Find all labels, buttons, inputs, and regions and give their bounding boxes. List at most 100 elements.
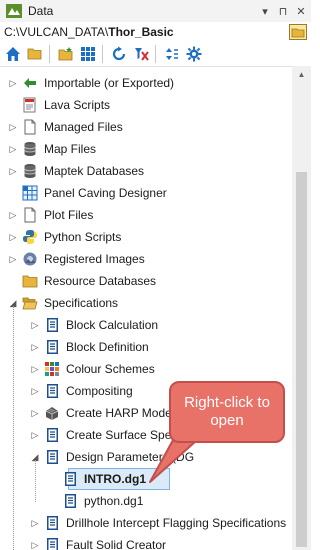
tree-item[interactable]: ▷ Block Definition [0, 336, 292, 358]
spec-doc-icon [62, 493, 78, 509]
spec-doc-icon [44, 383, 60, 399]
tree-item[interactable]: ▷ Drillhole Intercept Flagging Specificat… [0, 512, 292, 534]
home-icon[interactable] [4, 45, 22, 63]
tree-item[interactable]: ▷ Fault Solid Creator [0, 534, 292, 550]
tree-item[interactable]: ▷ Maptek Databases [0, 160, 292, 182]
tree-guide-line [35, 460, 36, 502]
tree-item[interactable]: ◢ Design Parameters (DG [0, 446, 292, 468]
page-icon [22, 119, 38, 135]
toolbar-separator [49, 45, 50, 63]
grid-table-icon [22, 185, 38, 201]
tree-item[interactable]: ▷ Python Scripts [0, 226, 292, 248]
spec-doc-icon [44, 515, 60, 531]
tree-item-label: Compositing [66, 384, 133, 398]
importable-icon [22, 75, 38, 91]
refresh-icon[interactable] [110, 45, 128, 63]
open-folder-icon [22, 295, 38, 311]
path-project: Thor_Basic [108, 25, 174, 39]
vertical-scrollbar[interactable]: ▲ [292, 66, 311, 550]
close-button[interactable]: ✕ [293, 3, 309, 19]
expand-arrow-icon[interactable]: ▷ [8, 232, 18, 242]
tree-item-label: Python Scripts [44, 230, 122, 244]
expand-arrow-icon[interactable]: ▷ [8, 78, 18, 88]
expand-arrow-icon[interactable]: ▷ [30, 518, 40, 528]
tree-item-label: Create HARP Model S [66, 406, 186, 420]
tree-item-label: Managed Files [44, 120, 123, 134]
spec-doc-icon [62, 471, 78, 487]
open-folder-icon[interactable] [26, 45, 44, 63]
grid-icon[interactable] [79, 45, 97, 63]
sort-icon[interactable] [163, 45, 181, 63]
tree-item-label: Design Parameters (DG [66, 450, 195, 464]
toolbar-separator [155, 45, 156, 63]
tree-item[interactable]: ▷ Managed Files [0, 116, 292, 138]
tree-item-label: Block Calculation [66, 318, 159, 332]
tree-item[interactable]: ▷ Map Files [0, 138, 292, 160]
current-path: C:\VULCAN_DATA\Thor_Basic [4, 25, 289, 39]
tree-item-label: Panel Caving Designer [44, 186, 167, 200]
tree-item[interactable]: ▷ Block Calculation [0, 314, 292, 336]
tree-item[interactable]: ▷ Plot Files [0, 204, 292, 226]
tree-item-label: Lava Scripts [44, 98, 111, 112]
tree-item-label: Fault Solid Creator [66, 538, 167, 550]
new-folder-icon[interactable] [57, 45, 75, 63]
data-window-icon [6, 4, 22, 18]
scrollbar-thumb[interactable] [296, 172, 307, 547]
toolbar [0, 42, 311, 67]
python-icon [22, 229, 38, 245]
tree-item[interactable]: ▷ Importable (or Exported) [0, 72, 292, 94]
database-icon [22, 163, 38, 179]
pin-button[interactable]: ⊓ [275, 3, 291, 19]
expand-arrow-icon[interactable]: ▷ [30, 408, 40, 418]
tree-item-label: Resource Databases [44, 274, 157, 288]
tree-item-label: Drillhole Intercept Flagging Specificati… [66, 516, 287, 530]
expand-arrow-icon[interactable]: ▷ [30, 364, 40, 374]
tree-item-label: Maptek Databases [44, 164, 145, 178]
tree-item-label: Plot Files [44, 208, 94, 222]
tree-item-label: Colour Schemes [66, 362, 155, 376]
tree-item[interactable]: ▷ Registered Images [0, 248, 292, 270]
tree-item[interactable]: python.dg1 [0, 490, 292, 512]
tree-item[interactable]: Resource Databases [0, 270, 292, 292]
file-tree: ▷ Importable (or Exported) Lava Scripts ▷ Ma… [0, 72, 292, 550]
path-prefix: C:\VULCAN_DATA\ [4, 25, 109, 39]
expand-arrow-icon[interactable]: ▷ [30, 540, 40, 550]
expand-arrow-icon[interactable]: ▷ [30, 430, 40, 440]
expand-arrow-icon[interactable]: ▷ [8, 144, 18, 154]
spec-doc-icon [44, 537, 60, 550]
expand-arrow-icon[interactable]: ▷ [8, 166, 18, 176]
tree-item[interactable]: Lava Scripts [0, 94, 292, 116]
expand-arrow-icon[interactable]: ▷ [30, 320, 40, 330]
tree-item-label: Map Files [44, 142, 97, 156]
scroll-up-icon[interactable]: ▲ [296, 70, 307, 80]
expand-arrow-icon[interactable]: ▷ [8, 254, 18, 264]
window-title: Data [28, 4, 54, 18]
window-menu-button[interactable]: ▾ [257, 3, 273, 19]
tree-item[interactable]: INTRO.dg1 [0, 468, 292, 490]
callout-annotation: Right-click to open [169, 381, 285, 443]
harp-model-icon [44, 405, 60, 421]
expand-arrow-icon[interactable]: ▷ [30, 342, 40, 352]
tree-item-label: Create Surface Specif [66, 428, 184, 442]
filter-off-icon[interactable] [132, 45, 150, 63]
expand-arrow-icon[interactable]: ▷ [8, 122, 18, 132]
tree-item-label: Registered Images [44, 252, 145, 266]
browse-folder-icon[interactable] [289, 24, 307, 40]
tree-item[interactable]: Panel Caving Designer [0, 182, 292, 204]
tree-guide-line [13, 306, 14, 550]
toolbar-separator [102, 45, 103, 63]
spec-doc-icon [44, 449, 60, 465]
path-bar: C:\VULCAN_DATA\Thor_Basic [0, 22, 311, 42]
window-titlebar: Data ▾ ⊓ ✕ [0, 0, 311, 23]
folder-icon [22, 273, 38, 289]
expand-arrow-icon[interactable]: ▷ [8, 210, 18, 220]
script-icon [22, 97, 38, 113]
colour-scheme-icon [44, 361, 60, 377]
spec-doc-icon [44, 427, 60, 443]
tree-item[interactable]: ▷ Colour Schemes [0, 358, 292, 380]
tree-item-label: Block Definition [66, 340, 149, 354]
image-icon [22, 251, 38, 267]
expand-arrow-icon[interactable]: ▷ [30, 386, 40, 396]
settings-icon[interactable] [185, 45, 203, 63]
tree-item[interactable]: ◢ Specifications [0, 292, 292, 314]
